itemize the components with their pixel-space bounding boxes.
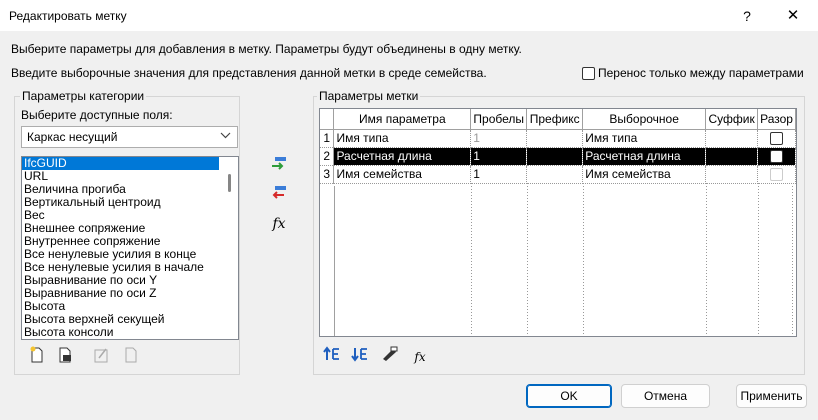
- category-params-legend: Параметры категории: [20, 89, 147, 103]
- ok-button[interactable]: OK: [526, 384, 612, 408]
- window-title: Редактировать метку: [9, 9, 127, 23]
- formula-button[interactable]: fx: [268, 213, 290, 235]
- cancel-button-label: Отмена: [643, 389, 688, 403]
- move-down-icon[interactable]: [349, 346, 371, 368]
- checkbox-box[interactable]: [582, 67, 595, 81]
- list-item[interactable]: Высота консоли: [22, 326, 238, 339]
- list-scrollbar[interactable]: [221, 157, 238, 339]
- transfer-checkbox-label: Перенос только между параметрами: [598, 66, 804, 80]
- list-item[interactable]: IfcGUID: [22, 157, 219, 170]
- edit-disabled-icon: [90, 346, 112, 368]
- category-select-value: Каркас несущий: [27, 130, 118, 144]
- category-select[interactable]: Каркас несущий: [21, 126, 238, 148]
- intro-text-1: Выберите параметры для добавления в метк…: [11, 42, 522, 56]
- transfer-checkbox[interactable]: Перенос только между параметрами: [582, 66, 804, 81]
- label-params-table[interactable]: Имя параметра Пробелы Префикс Выборочное…: [319, 108, 797, 337]
- chevron-down-icon: [220, 131, 231, 142]
- add-to-label-icon: [272, 157, 286, 170]
- new-parameter-icon[interactable]: [26, 346, 48, 368]
- list-item[interactable]: Вертикальный центроид: [22, 196, 238, 209]
- edit-formula-icon[interactable]: fx: [409, 346, 431, 368]
- remove-from-label-button[interactable]: [268, 184, 290, 206]
- available-fields-list[interactable]: IfcGUID URL Величина прогиба Вертикальный ц…: [21, 156, 239, 340]
- cancel-button[interactable]: Отмена: [621, 384, 710, 408]
- close-button[interactable]: ✕: [770, 0, 816, 32]
- apply-button-label: Применить: [740, 389, 803, 403]
- edit-format-icon[interactable]: [379, 346, 401, 368]
- edit-parameter-icon[interactable]: [54, 346, 76, 368]
- title-bar: Редактировать метку ? ✕: [0, 0, 818, 32]
- intro-text-2: Введите выборочные значения для представ…: [11, 66, 487, 80]
- ok-button-label: OK: [560, 389, 578, 403]
- available-fields-label: Выберите доступные поля:: [21, 108, 173, 122]
- help-button[interactable]: ?: [724, 0, 770, 32]
- add-to-label-button[interactable]: [268, 155, 290, 177]
- label-params-legend: Параметры метки: [317, 89, 421, 103]
- delete-disabled-icon: [120, 346, 142, 368]
- apply-button[interactable]: Применить: [736, 384, 807, 408]
- remove-from-label-icon: [272, 186, 286, 199]
- grid-lines: [334, 186, 793, 336]
- scrollbar-thumb[interactable]: [228, 174, 231, 192]
- move-up-icon[interactable]: [321, 346, 343, 368]
